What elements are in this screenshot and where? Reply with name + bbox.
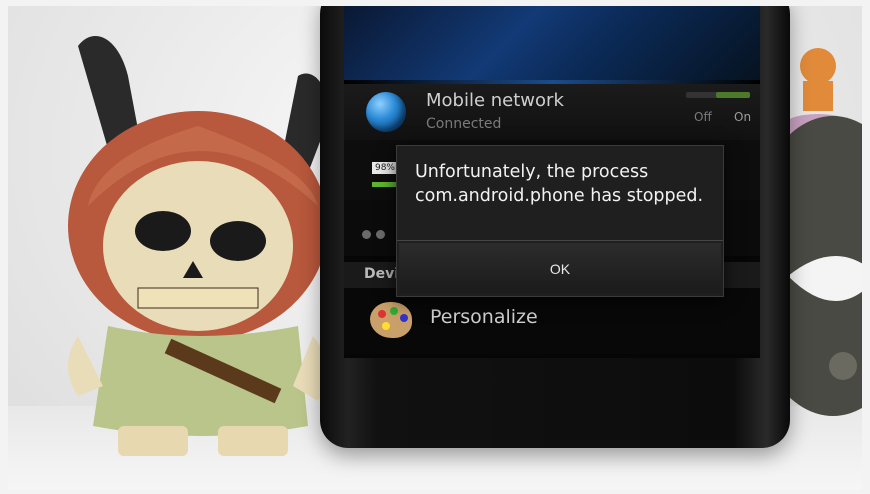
- palette-paint-blue: [400, 314, 408, 322]
- battery-percent-badge: 98%: [372, 162, 398, 174]
- toggle-on-label: On: [734, 110, 752, 124]
- palette-paint-yellow: [382, 322, 390, 330]
- photo-frame: Mobile network Connected Off On 98% Devi: [8, 6, 862, 490]
- mobile-network-status: Connected: [426, 116, 502, 132]
- toggle-on-indicator: [716, 92, 750, 98]
- palette-paint-red: [378, 310, 386, 318]
- wallpaper: [344, 6, 760, 84]
- palette-icon: [370, 302, 412, 338]
- mobile-network-row[interactable]: Mobile network Connected Off On: [344, 84, 760, 141]
- personalize-label: Personalize: [430, 306, 538, 328]
- palette-paint-green: [390, 307, 398, 315]
- ok-button[interactable]: OK: [399, 243, 721, 293]
- error-dialog: Unfortunately, the process com.android.p…: [396, 145, 724, 297]
- dot-icon: [376, 230, 385, 239]
- skull-toy-figure: [68, 36, 328, 456]
- globe-icon: [366, 92, 406, 132]
- dialog-divider: [397, 240, 723, 241]
- toggle-off-label: Off: [694, 110, 712, 124]
- dot-icon: [362, 230, 371, 239]
- dialog-message: Unfortunately, the process com.android.p…: [415, 162, 704, 206]
- personalize-row[interactable]: Personalize: [344, 288, 760, 354]
- mobile-network-title: Mobile network: [426, 90, 564, 111]
- device-header-label: Devi: [364, 266, 400, 282]
